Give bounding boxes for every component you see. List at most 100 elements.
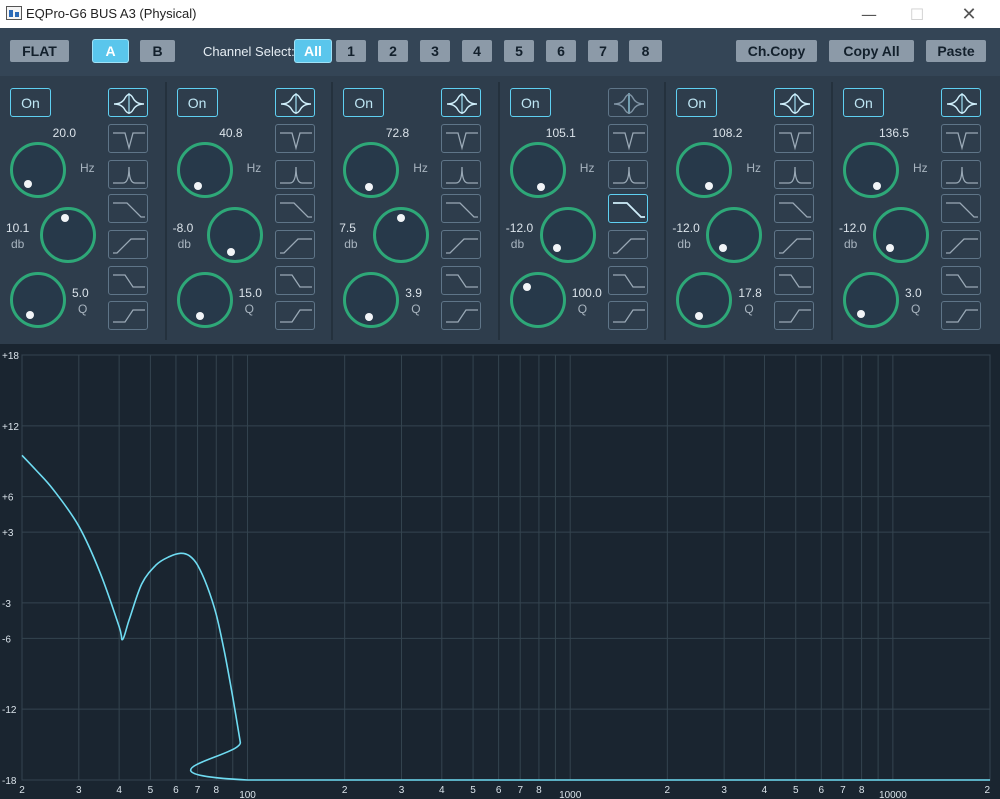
filter-bandpass-button[interactable] bbox=[774, 160, 815, 189]
x-tick-label: 5 bbox=[793, 785, 799, 796]
frequency-knob[interactable] bbox=[343, 142, 400, 198]
x-tick-label: 6 bbox=[819, 785, 825, 796]
filter-highcut-button[interactable] bbox=[108, 194, 148, 223]
filter-highshelf-button[interactable] bbox=[441, 266, 482, 295]
q-knob[interactable] bbox=[176, 272, 233, 328]
band-on-button[interactable]: On bbox=[676, 88, 718, 117]
filter-bandpass-button[interactable] bbox=[607, 160, 648, 189]
channel-button-all[interactable]: All bbox=[295, 40, 331, 62]
bandpass-filter-icon bbox=[779, 166, 812, 184]
q-knob[interactable] bbox=[843, 272, 899, 328]
copy-all-button[interactable]: Copy All bbox=[829, 40, 914, 62]
channel-button-8[interactable]: 8 bbox=[629, 40, 662, 62]
filter-lowshelf-button[interactable] bbox=[274, 301, 315, 330]
gain-knob[interactable] bbox=[40, 207, 96, 263]
q-unit: Q bbox=[911, 302, 921, 316]
channel-button-2[interactable]: 2 bbox=[378, 40, 408, 62]
gain-knob[interactable] bbox=[206, 207, 263, 263]
band-on-button[interactable]: On bbox=[10, 88, 51, 117]
filter-highshelf-button[interactable] bbox=[607, 266, 648, 295]
filter-notch-button[interactable] bbox=[774, 124, 815, 153]
filter-highcut-button[interactable] bbox=[774, 194, 815, 223]
filter-peak-button[interactable] bbox=[774, 88, 815, 117]
band-on-button[interactable]: On bbox=[509, 88, 551, 117]
filter-bandpass-button[interactable] bbox=[441, 160, 482, 189]
band-divider bbox=[831, 82, 833, 340]
filter-highshelf-button[interactable] bbox=[941, 266, 981, 295]
bandpass-filter-icon bbox=[113, 166, 145, 184]
paste-button[interactable]: Paste bbox=[926, 40, 986, 62]
minimize-button[interactable]: — bbox=[846, 0, 892, 28]
band-on-button[interactable]: On bbox=[343, 88, 385, 117]
channel-button-1[interactable]: 1 bbox=[336, 40, 366, 62]
filter-peak-button[interactable] bbox=[607, 88, 648, 117]
ch-copy-button[interactable]: Ch.Copy bbox=[736, 40, 817, 62]
filter-highcut-button[interactable] bbox=[607, 194, 648, 223]
knob-indicator bbox=[856, 309, 865, 318]
preset-b-button[interactable]: B bbox=[140, 40, 175, 62]
filter-lowcut-button[interactable] bbox=[108, 230, 148, 259]
gain-knob[interactable] bbox=[873, 207, 929, 263]
filter-peak-button[interactable] bbox=[941, 88, 981, 117]
q-knob[interactable] bbox=[343, 272, 400, 328]
q-knob[interactable] bbox=[676, 272, 733, 328]
channel-button-6[interactable]: 6 bbox=[546, 40, 576, 62]
frequency-knob[interactable] bbox=[843, 142, 899, 198]
filter-peak-button[interactable] bbox=[274, 88, 315, 117]
filter-notch-button[interactable] bbox=[441, 124, 482, 153]
filter-lowshelf-button[interactable] bbox=[108, 301, 148, 330]
eq-response-graph[interactable]: +18+12+6+3-3-6-12-182 3 4 5 6 7 8 100 2 3 4 5 6 7 8 100… bbox=[0, 344, 1000, 799]
filter-lowshelf-button[interactable] bbox=[941, 301, 981, 330]
filter-bandpass-button[interactable] bbox=[108, 160, 148, 189]
filter-notch-button[interactable] bbox=[274, 124, 315, 153]
filter-bandpass-button[interactable] bbox=[941, 160, 981, 189]
filter-lowcut-button[interactable] bbox=[774, 230, 815, 259]
filter-lowcut-button[interactable] bbox=[607, 230, 648, 259]
gain-knob[interactable] bbox=[373, 207, 430, 263]
channel-button-5[interactable]: 5 bbox=[504, 40, 534, 62]
filter-lowshelf-button[interactable] bbox=[607, 301, 648, 330]
preset-a-button[interactable]: A bbox=[93, 40, 128, 62]
x-tick-label: 2 bbox=[342, 785, 348, 796]
filter-lowshelf-button[interactable] bbox=[441, 301, 482, 330]
knob-indicator bbox=[364, 182, 373, 191]
frequency-knob[interactable] bbox=[10, 142, 66, 198]
q-knob[interactable] bbox=[509, 272, 566, 328]
filter-highshelf-button[interactable] bbox=[108, 266, 148, 295]
filter-bandpass-button[interactable] bbox=[274, 160, 315, 189]
filter-highshelf-button[interactable] bbox=[774, 266, 815, 295]
band-on-button[interactable]: On bbox=[176, 88, 218, 117]
highshelf-filter-icon bbox=[279, 274, 312, 288]
q-knob[interactable] bbox=[10, 272, 66, 328]
filter-peak-button[interactable] bbox=[108, 88, 148, 117]
filter-highcut-button[interactable] bbox=[941, 194, 981, 223]
frequency-knob[interactable] bbox=[676, 142, 733, 198]
filter-highcut-button[interactable] bbox=[441, 194, 482, 223]
x-tick-label: 4 bbox=[439, 785, 445, 796]
gain-knob[interactable] bbox=[539, 207, 596, 263]
band-divider bbox=[331, 82, 334, 340]
flat-button[interactable]: FLAT bbox=[10, 40, 69, 62]
gain-knob[interactable] bbox=[706, 207, 763, 263]
knob-indicator bbox=[704, 182, 713, 191]
filter-lowshelf-button[interactable] bbox=[774, 301, 815, 330]
channel-button-4[interactable]: 4 bbox=[462, 40, 492, 62]
filter-notch-button[interactable] bbox=[108, 124, 148, 153]
channel-button-7[interactable]: 7 bbox=[588, 40, 618, 62]
frequency-value: 40.8 bbox=[219, 126, 243, 140]
filter-peak-button[interactable] bbox=[441, 88, 482, 117]
filter-notch-button[interactable] bbox=[607, 124, 648, 153]
maximize-button[interactable]: ☐ bbox=[894, 0, 940, 28]
band-on-button[interactable]: On bbox=[843, 88, 884, 117]
highcut-filter-icon bbox=[113, 202, 145, 218]
filter-highcut-button[interactable] bbox=[274, 194, 315, 223]
filter-lowcut-button[interactable] bbox=[274, 230, 315, 259]
filter-notch-button[interactable] bbox=[941, 124, 981, 153]
filter-lowcut-button[interactable] bbox=[941, 230, 981, 259]
frequency-knob[interactable] bbox=[509, 142, 566, 198]
frequency-knob[interactable] bbox=[176, 142, 233, 198]
channel-button-3[interactable]: 3 bbox=[420, 40, 450, 62]
filter-lowcut-button[interactable] bbox=[441, 230, 482, 259]
close-button[interactable]: ✕ bbox=[946, 0, 992, 28]
filter-highshelf-button[interactable] bbox=[274, 266, 315, 295]
